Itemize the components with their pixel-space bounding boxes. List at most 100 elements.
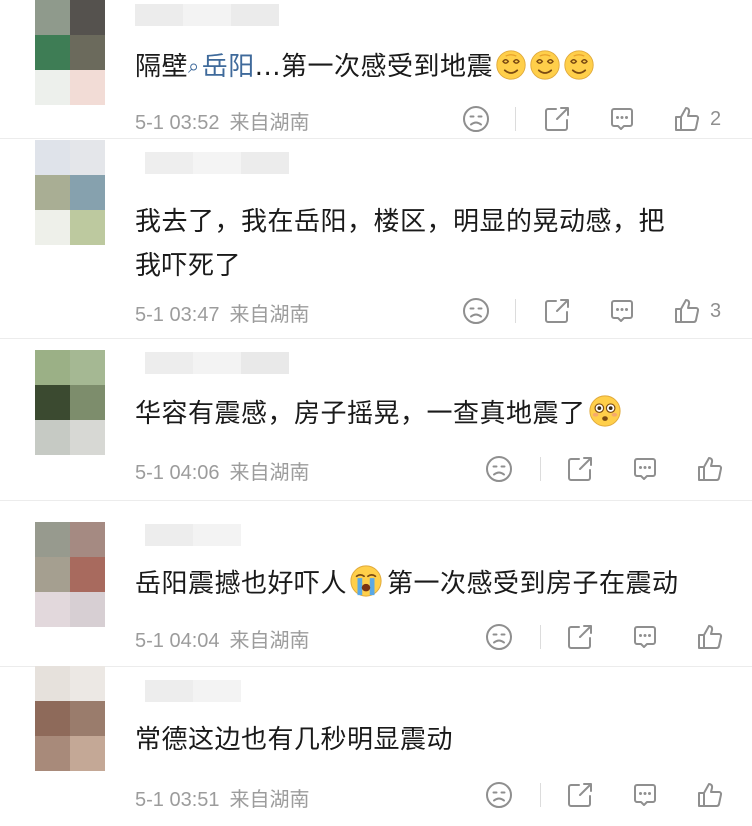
- search-icon: ⌕: [188, 54, 200, 78]
- thumbs-up-icon: [672, 104, 702, 134]
- comment-item: 常德这边也有几秒明显震动 5-1 03:51 来自湖南: [0, 666, 752, 826]
- like-button[interactable]: 2: [672, 104, 721, 134]
- divider: [515, 107, 516, 131]
- search-topic-link[interactable]: ⌕岳阳: [188, 52, 255, 82]
- like-button[interactable]: [695, 622, 733, 652]
- username[interactable]: [135, 4, 279, 26]
- frown-face-icon: [461, 296, 491, 326]
- comment-icon: [630, 780, 660, 810]
- comment-text-segment: 华容有震感，房子摇晃，一查真地震了: [135, 399, 586, 429]
- topic-label: 岳阳: [201, 52, 255, 82]
- comment-item: 华容有震感，房子摇晃，一查真地震了 5-1 04:06 来自湖南: [0, 350, 752, 495]
- dislike-button[interactable]: [461, 296, 491, 326]
- comment-text: 常德这边也有几秒明显震动: [135, 718, 725, 762]
- avatar[interactable]: [35, 140, 105, 245]
- comment-item: 隔壁⌕岳阳...第一次感受到地震 5-1 03:52 来自湖南 2: [0, 0, 752, 135]
- avatar[interactable]: [35, 350, 105, 455]
- comment-text: 华容有震感，房子摇晃，一查真地震了: [135, 392, 725, 436]
- comment-meta: 5-1 03:52 来自湖南: [135, 106, 310, 135]
- comment-source: 来自湖南: [229, 304, 310, 326]
- comment-source: 来自湖南: [229, 112, 310, 134]
- frown-face-icon: [484, 622, 514, 652]
- dislike-button[interactable]: [484, 454, 514, 484]
- divider: [540, 457, 541, 481]
- like-button[interactable]: 3: [672, 296, 721, 326]
- share-button[interactable]: [565, 622, 595, 652]
- dislike-button[interactable]: [484, 622, 514, 652]
- like-count: 3: [710, 299, 722, 322]
- share-icon: [542, 104, 572, 134]
- dislike-button[interactable]: [484, 780, 514, 810]
- comment-text-segment: 第一次感受到房子在震动: [387, 569, 679, 599]
- comment-icon: [607, 296, 637, 326]
- divider: [0, 338, 752, 339]
- divider: [515, 299, 516, 323]
- comment-icon: [607, 104, 637, 134]
- like-button[interactable]: [695, 454, 733, 484]
- comment-meta: 5-1 04:04 来自湖南: [135, 624, 310, 653]
- reply-button[interactable]: [630, 622, 660, 652]
- avatar[interactable]: [35, 522, 105, 627]
- comment-date: 5-1 03:52: [135, 112, 220, 134]
- comment-item: 岳阳震撼也好吓人 第一次感受到房子在震动 5-1 04:04 来自湖南: [0, 522, 752, 662]
- comment-source: 来自湖南: [229, 462, 310, 484]
- divider: [540, 783, 541, 807]
- comment-text-segment: 隔壁: [135, 52, 189, 82]
- comment-text-segment: 常德这边也有几秒明显震动: [135, 725, 454, 755]
- comment-text-line: 我去了，我在岳阳，楼区，明显的晃动感，把: [135, 207, 666, 237]
- share-icon: [565, 780, 595, 810]
- comment-date: 5-1 03:51: [135, 789, 220, 811]
- reply-button[interactable]: [607, 104, 637, 134]
- share-button[interactable]: [542, 296, 572, 326]
- frown-face-icon: [484, 454, 514, 484]
- thumbs-up-icon: [695, 780, 725, 810]
- comment-meta: 5-1 03:51 来自湖南: [135, 783, 310, 812]
- flushed-face-emoji-icon: [588, 394, 622, 428]
- comment-text-segment: 岳阳震撼也好吓人: [135, 569, 348, 599]
- dislike-button[interactable]: [461, 104, 491, 134]
- comment-icon: [630, 622, 660, 652]
- comment-text: 我去了，我在岳阳，楼区，明显的晃动感，把 我吓死了: [135, 200, 725, 288]
- share-button[interactable]: [565, 454, 595, 484]
- divider: [0, 138, 752, 139]
- comment-text: 隔壁⌕岳阳...第一次感受到地震: [135, 44, 725, 89]
- share-button[interactable]: [565, 780, 595, 810]
- reply-button[interactable]: [630, 780, 660, 810]
- like-button[interactable]: [695, 780, 733, 810]
- comment-meta: 5-1 04:06 来自湖南: [135, 456, 310, 485]
- divider: [0, 500, 752, 501]
- thumbs-up-icon: [695, 454, 725, 484]
- username[interactable]: [145, 152, 289, 174]
- comment-source: 来自湖南: [229, 789, 310, 811]
- comment-date: 5-1 03:47: [135, 304, 220, 326]
- comment-text: 岳阳震撼也好吓人 第一次感受到房子在震动: [135, 562, 725, 606]
- comment-date: 5-1 04:06: [135, 462, 220, 484]
- thumbs-up-icon: [672, 296, 702, 326]
- avatar[interactable]: [35, 0, 105, 105]
- username[interactable]: [145, 352, 289, 374]
- dizzy-face-emoji-icon: [563, 49, 595, 81]
- reply-button[interactable]: [607, 296, 637, 326]
- comment-text-line: 我吓死了: [135, 251, 242, 281]
- share-icon: [565, 622, 595, 652]
- crying-face-emoji-icon: [349, 564, 383, 598]
- share-icon: [565, 454, 595, 484]
- reply-button[interactable]: [630, 454, 660, 484]
- comment-item: 我去了，我在岳阳，楼区，明显的晃动感，把 我吓死了 5-1 03:47 来自湖南 …: [0, 140, 752, 335]
- comment-meta: 5-1 03:47 来自湖南: [135, 298, 310, 327]
- divider: [540, 625, 541, 649]
- share-icon: [542, 296, 572, 326]
- comment-icon: [630, 454, 660, 484]
- username[interactable]: [145, 680, 241, 702]
- comment-text-segment: ...第一次感受到地震: [254, 52, 494, 82]
- comment-date: 5-1 04:04: [135, 630, 220, 652]
- comment-source: 来自湖南: [229, 630, 310, 652]
- username[interactable]: [145, 524, 241, 546]
- avatar[interactable]: [35, 666, 105, 771]
- dizzy-face-emoji-icon: [495, 49, 527, 81]
- frown-face-icon: [484, 780, 514, 810]
- dizzy-face-emoji-icon: [529, 49, 561, 81]
- frown-face-icon: [461, 104, 491, 134]
- share-button[interactable]: [542, 104, 572, 134]
- like-count: 2: [710, 107, 722, 130]
